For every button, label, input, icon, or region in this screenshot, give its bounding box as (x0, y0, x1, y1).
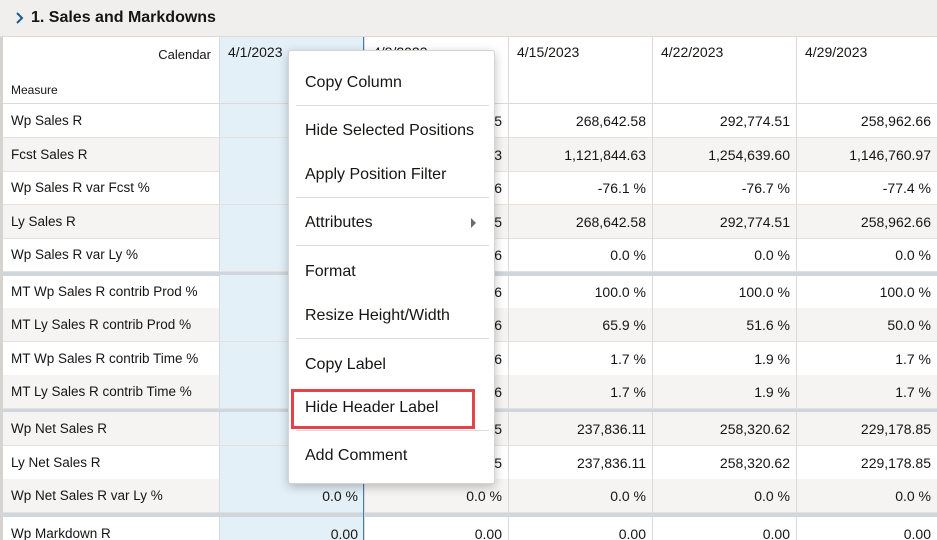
table-cell[interactable]: 0.0 % (652, 479, 796, 513)
menu-item-attributes-label: Attributes (305, 214, 373, 231)
row-label[interactable]: Wp Markdown R (3, 517, 219, 540)
table-cell[interactable]: 50.0 % (796, 308, 937, 342)
table-cell[interactable]: 0.0 % (364, 479, 508, 513)
column-header[interactable]: 4/29/2023 (796, 37, 937, 104)
table-row: Wp Net Sales R var Ly % 0.0 % 0.0 % 0.0 % 0.… (3, 479, 937, 513)
table-row: Wp Markdown R 0.00 0.00 0.00 0.00 0.00 (3, 517, 937, 540)
table-cell[interactable]: 0.0 % (508, 479, 652, 513)
menu-item-hide-selected-positions[interactable]: Hide Selected Positions (289, 114, 496, 148)
row-label[interactable]: Wp Sales R var Fcst % (3, 171, 219, 205)
menu-item-attributes[interactable]: Attributes (289, 206, 496, 240)
section-title: 1. Sales and Markdowns (31, 9, 216, 26)
row-label[interactable]: Wp Net Sales R (3, 412, 219, 446)
table-cell[interactable]: 258,962.66 (796, 205, 937, 239)
table-cell[interactable]: 0.0 % (219, 479, 364, 513)
table-cell[interactable]: 1.7 % (508, 342, 652, 376)
menu-separator (296, 105, 489, 106)
table-cell[interactable]: 268,642.58 (508, 205, 652, 239)
table-cell[interactable]: 1.7 % (796, 342, 937, 376)
column-header[interactable]: 4/22/2023 (652, 37, 796, 104)
section-header[interactable]: 1. Sales and Markdowns (0, 0, 937, 37)
table-cell[interactable]: 258,320.62 (652, 412, 796, 446)
row-label[interactable]: Wp Sales R (3, 104, 219, 138)
row-label[interactable]: MT Wp Sales R contrib Prod % (3, 275, 219, 309)
menu-separator (296, 338, 489, 339)
table-cell[interactable]: 0.00 (219, 517, 364, 540)
measure-dimension-label[interactable]: Measure (3, 70, 219, 104)
table-cell[interactable]: 51.6 % (652, 308, 796, 342)
chevron-right-icon[interactable] (12, 10, 28, 26)
menu-item-resize-height-width[interactable]: Resize Height/Width (289, 299, 496, 333)
menu-separator (296, 245, 489, 246)
menu-item-copy-column[interactable]: Copy Column (289, 66, 496, 100)
row-label[interactable]: MT Ly Sales R contrib Time % (3, 375, 219, 409)
column-header[interactable]: 4/15/2023 (508, 37, 652, 104)
row-label[interactable]: Ly Sales R (3, 205, 219, 239)
menu-item-copy-label[interactable]: Copy Label (289, 348, 496, 382)
table-cell[interactable]: 0.00 (364, 517, 508, 540)
table-cell[interactable]: 100.0 % (652, 275, 796, 309)
table-cell[interactable]: 0.00 (796, 517, 937, 540)
table-cell[interactable]: 229,178.85 (796, 446, 937, 480)
table-cell[interactable]: 292,774.51 (652, 104, 796, 138)
table-cell[interactable]: 100.0 % (796, 275, 937, 309)
table-cell[interactable]: -76.7 % (652, 171, 796, 205)
table-cell[interactable]: 1,146,760.97 (796, 138, 937, 172)
table-cell[interactable]: 1.7 % (796, 375, 937, 409)
row-label[interactable]: Fcst Sales R (3, 138, 219, 172)
table-cell[interactable]: 1.9 % (652, 375, 796, 409)
table-cell[interactable]: 0.00 (508, 517, 652, 540)
table-cell[interactable]: -76.1 % (508, 171, 652, 205)
table-cell[interactable]: 229,178.85 (796, 412, 937, 446)
table-cell[interactable]: 268,642.58 (508, 104, 652, 138)
table-cell[interactable]: 1,121,844.63 (508, 138, 652, 172)
caret-right-icon (471, 218, 476, 228)
table-cell[interactable]: 0.00 (652, 517, 796, 540)
table-cell[interactable]: 100.0 % (508, 275, 652, 309)
table-cell[interactable]: 65.9 % (508, 308, 652, 342)
table-cell[interactable]: 0.0 % (652, 238, 796, 272)
row-label[interactable]: Wp Net Sales R var Ly % (3, 479, 219, 513)
highlight-annotation (291, 389, 475, 429)
menu-item-format[interactable]: Format (289, 255, 496, 289)
calendar-dimension-label[interactable]: Calendar (3, 37, 219, 70)
table-cell[interactable]: 258,962.66 (796, 104, 937, 138)
table-cell[interactable]: 237,836.11 (508, 412, 652, 446)
menu-separator (296, 197, 489, 198)
row-label[interactable]: MT Ly Sales R contrib Prod % (3, 308, 219, 342)
table-cell[interactable]: 1.7 % (508, 375, 652, 409)
table-cell[interactable]: 237,836.11 (508, 446, 652, 480)
menu-item-add-comment[interactable]: Add Comment (289, 439, 496, 473)
table-cell[interactable]: 258,320.62 (652, 446, 796, 480)
row-label[interactable]: Ly Net Sales R (3, 446, 219, 480)
menu-separator (296, 430, 489, 431)
row-label[interactable]: MT Wp Sales R contrib Time % (3, 342, 219, 376)
table-cell[interactable]: 292,774.51 (652, 205, 796, 239)
table-cell[interactable]: 1,254,639.60 (652, 138, 796, 172)
table-cell[interactable]: 0.0 % (796, 238, 937, 272)
menu-item-apply-position-filter[interactable]: Apply Position Filter (289, 158, 496, 192)
table-cell[interactable]: 1.9 % (652, 342, 796, 376)
row-label[interactable]: Wp Sales R var Ly % (3, 238, 219, 272)
table-cell[interactable]: 0.0 % (508, 238, 652, 272)
table-cell[interactable]: 0.0 % (796, 479, 937, 513)
table-cell[interactable]: -77.4 % (796, 171, 937, 205)
